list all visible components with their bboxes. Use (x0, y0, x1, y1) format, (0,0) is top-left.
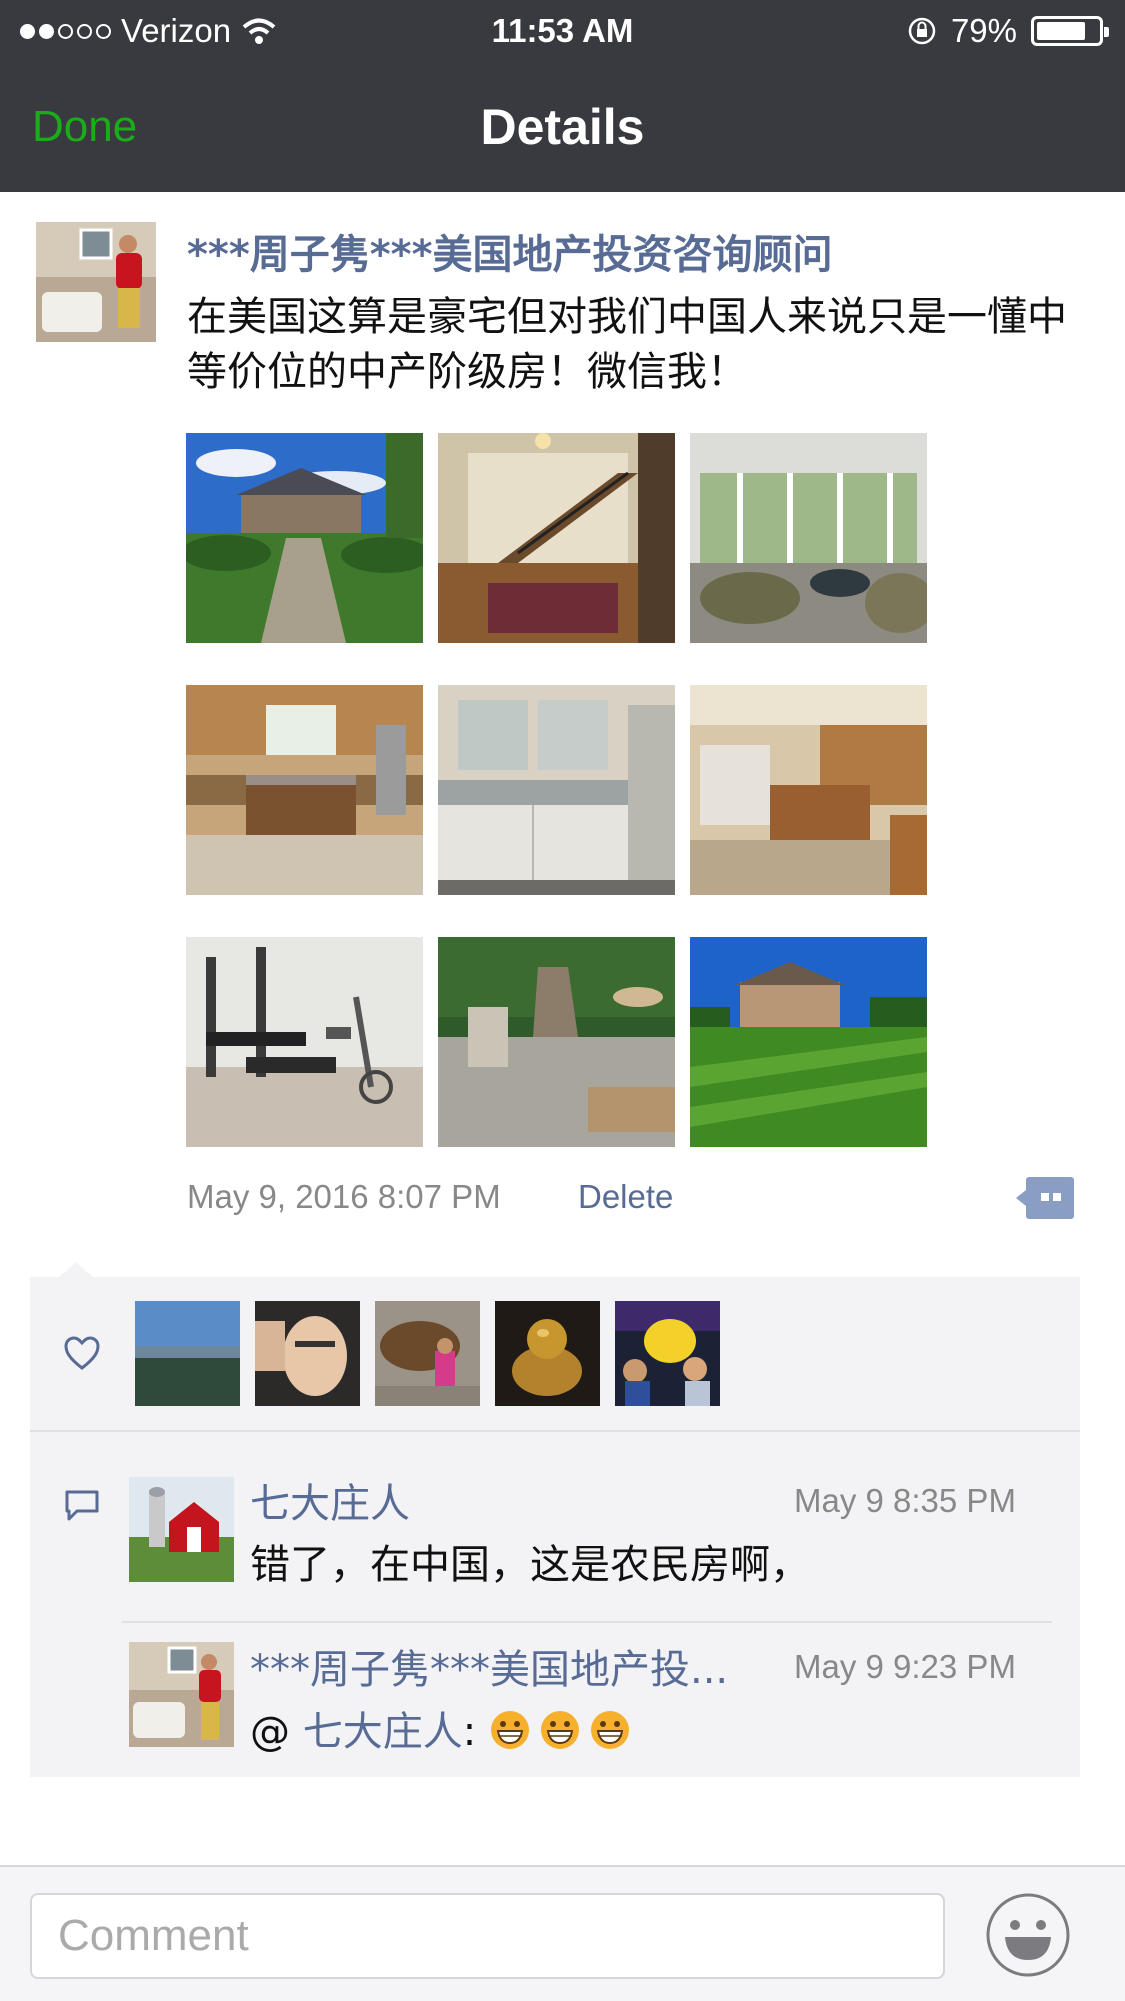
battery-percent: 79% (950, 12, 1017, 49)
page-title: Details (480, 99, 645, 155)
author-avatar[interactable] (36, 222, 156, 342)
staircase-photo[interactable] (438, 433, 675, 643)
orientation-lock-icon (908, 17, 936, 45)
mention-prefix: @ (250, 1709, 303, 1755)
bull-statue-avatar[interactable] (375, 1301, 480, 1406)
commenter-avatar-barn[interactable] (129, 1477, 234, 1582)
mention-link[interactable]: 七大庄人 (303, 1709, 463, 1755)
comment-menu-icon[interactable] (1016, 1177, 1074, 1219)
grinning-emoji-icon (540, 1711, 579, 1749)
kitchen-photo[interactable] (186, 685, 423, 895)
sunroom-photo[interactable] (690, 433, 927, 643)
backyard-lawn-photo[interactable] (690, 937, 927, 1147)
post-timestamp: May 9, 2016 8:07 PM (187, 1178, 501, 1215)
comment-input[interactable]: Comment (30, 1893, 945, 1979)
grinning-emoji-icon (590, 1711, 629, 1749)
battery-icon (1031, 16, 1109, 46)
post-author-name[interactable]: ***周子隽***美国地产投资咨询顾问 (187, 222, 833, 280)
pikachu-avatar[interactable] (615, 1301, 720, 1406)
man-avatar[interactable] (255, 1301, 360, 1406)
panel-arrow (58, 1262, 94, 1278)
delete-button[interactable]: Delete (578, 1178, 673, 1216)
home-gym-photo[interactable] (186, 937, 423, 1147)
comment-text: @ 七大庄人: (250, 1699, 639, 1757)
navigation-bar: Done Details (0, 62, 1125, 192)
commenter-avatar-author[interactable] (129, 1642, 234, 1747)
interaction-panel: 七大庄人 May 9 8:35 PM 错了，在中国，这是农民房啊， ***周子隽… (30, 1277, 1080, 1777)
mention-suffix: : (462, 1709, 489, 1755)
comment-text: 错了，在中国，这是农民房啊， (250, 1542, 810, 1588)
comment-time: May 9 8:35 PM (794, 1482, 1016, 1519)
panel-divider (30, 1430, 1080, 1432)
comment-author[interactable]: ***周子隽***美国地产投... (250, 1637, 728, 1695)
comment-icon (65, 1490, 99, 1521)
battery-group: 79% (907, 12, 1109, 50)
heart-icon (64, 1336, 100, 1370)
bathroom-photo[interactable] (438, 685, 675, 895)
house-front-photo[interactable] (186, 433, 423, 643)
post-text: 在美国这算是豪宅但对我们中国人来说只是一懂中等价位的中产阶级房！微信我！ (187, 294, 1067, 395)
comment-divider (122, 1621, 1052, 1623)
photo-grid (186, 433, 928, 1148)
golden-buddha-avatar[interactable] (495, 1301, 600, 1406)
comment-bar: Comment (0, 1865, 1125, 2001)
kitchen-island-photo[interactable] (690, 685, 927, 895)
grinning-emoji-icon (490, 1711, 529, 1749)
comment-time: May 9 9:23 PM (794, 1648, 1016, 1685)
patio-photo[interactable] (438, 937, 675, 1147)
smiley-icon[interactable] (985, 1892, 1071, 1978)
landscape-avatar[interactable] (135, 1301, 240, 1406)
comment-author[interactable]: 七大庄人 (250, 1471, 410, 1529)
status-bar: Verizon 11:53 AM 79% (0, 0, 1125, 62)
